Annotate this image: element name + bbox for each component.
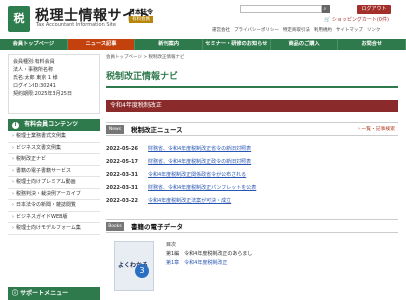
chevron-right-icon: ›: [12, 179, 14, 185]
main-nav: 会員トップページ ニュース記事 新刊案内 セミナー・研修のお知らせ 商品のご購入…: [0, 39, 406, 50]
nav-purchase[interactable]: 商品のご購入: [271, 39, 339, 50]
sidebar-item-business-guide[interactable]: › ビジネスガイドWEB版: [8, 212, 100, 223]
sidebar-item-ebook-service[interactable]: › 書籍の電子書籍サービス: [8, 166, 100, 177]
member-name: 氏名:太郎 東京 1 様: [13, 75, 58, 81]
news-link[interactable]: 財務省、令和4年度税制改正政令の新旧対照表: [148, 158, 251, 165]
sidebar-item-tax-forms[interactable]: › 税理士業務書式文例集: [8, 131, 100, 143]
list-item: 2022-03-31 財務省、令和4年度税制改正パンフレットを公表: [106, 181, 398, 194]
nav-new-books[interactable]: 新刊案内: [135, 39, 204, 50]
search-input[interactable]: [240, 5, 322, 13]
book-chapter-link[interactable]: 第1章 令和4年度税制改正: [166, 259, 252, 268]
list-item: 2022-03-31 令和4年度税制改正関係政省令が公布される: [106, 168, 398, 181]
books-section-header: Books 書籍の電子データ: [106, 219, 398, 233]
paid-content-heading: i 有料会員コンテンツ: [8, 119, 100, 131]
book-cover-number: 3: [135, 264, 149, 278]
site-logo[interactable]: 税: [8, 6, 30, 32]
chevron-right-icon: ›: [12, 133, 14, 139]
news-link[interactable]: 令和4年度税制改正関係政省令が公布される: [148, 171, 246, 178]
member-status-badge: 有料会員: [129, 16, 153, 23]
logout-button[interactable]: ログアウト: [357, 5, 391, 14]
util-link-privacy[interactable]: プライバシーポリシー: [234, 27, 279, 33]
news-link[interactable]: 財務省、令和4年度税制改正パンフレットを公表: [148, 184, 256, 191]
chevron-right-icon: ›: [12, 156, 14, 162]
utility-links: 運営会社 プライバシーポリシー 特定商取引法 利用規約 サイトマップ リンク: [212, 27, 380, 33]
news-link[interactable]: 令和4年度税制改正法案が可決・成立: [148, 197, 231, 204]
member-expiry: 契約期限:2025年3月25日: [13, 91, 72, 97]
util-link-company[interactable]: 運営会社: [212, 27, 230, 33]
info-icon: i: [12, 122, 19, 129]
member-office: 法人・事務所名称: [13, 67, 54, 73]
book-entry: よくわかる 3 目次 第1編 令和4年度税制改正のあらまし 第1章 令和4年度税…: [106, 237, 398, 297]
chevron-right-icon: ›: [12, 144, 14, 151]
book-cover-image[interactable]: よくわかる 3: [114, 241, 154, 291]
site-subtitle: Tax Accountant Information Site: [36, 22, 116, 28]
member-info-box: 会員種別:有料会員 法人・事務所名称 氏名:太郎 東京 1 様 ログインID:3…: [8, 54, 100, 114]
support-menu-heading: ⓘ サポートメニュー: [8, 287, 100, 300]
publisher-logo[interactable]: 日本法令: [129, 7, 153, 16]
list-item: 2022-05-26 財務省、令和4年度税制改正省令の新旧対照表: [106, 142, 398, 155]
news-section-header: News 税制改正ニュース › 一覧・記事検索: [106, 122, 398, 136]
chevron-right-icon: ›: [12, 213, 14, 220]
news-date: 2022-03-31: [106, 171, 138, 178]
book-chapter: 第1編 令和4年度税制改正のあらまし: [166, 251, 253, 257]
title-divider: [106, 86, 398, 88]
chevron-right-icon: ›: [12, 225, 14, 231]
sidebar: 会員種別:有料会員 法人・事務所名称 氏名:太郎 東京 1 様 ログインID:3…: [8, 54, 100, 235]
news-link[interactable]: 財務省、令和4年度税制改正省令の新旧対照表: [148, 145, 251, 152]
news-date: 2022-05-26: [106, 145, 138, 152]
chevron-right-icon: ›: [12, 202, 14, 208]
sidebar-item-model-forms[interactable]: › 税理士向けモデルフォーム集: [8, 223, 100, 235]
breadcrumb[interactable]: 会員トップページ > 税制改正情報ナビ: [106, 54, 398, 60]
info-icon: ⓘ: [12, 290, 21, 297]
book-contents-label: 目次: [166, 242, 177, 248]
nav-seminar[interactable]: セミナー・研修のお知らせ: [203, 39, 271, 50]
sidebar-item-rulings-archive[interactable]: › 税務判決・裁決例アーカイブ: [8, 189, 100, 200]
sidebar-item-premium-video[interactable]: › 税理士向けプレミアム動画: [8, 177, 100, 189]
sidebar-item-tax-reform-navi[interactable]: › 税制改正ナビ: [8, 154, 100, 166]
nav-news[interactable]: ニュース記事: [67, 39, 136, 50]
news-date: 2022-03-22: [106, 197, 138, 204]
books-tag: Books: [106, 222, 124, 231]
cart-icon: 🛒: [324, 17, 331, 23]
books-section-title: 書籍の電子データ: [131, 223, 183, 231]
list-item: 2022-03-22 令和4年度税制改正法案が可決・成立: [106, 194, 398, 207]
util-link-terms[interactable]: 利用規約: [314, 27, 332, 33]
nav-contact[interactable]: お問合せ: [338, 39, 406, 50]
news-date: 2022-05-17: [106, 158, 138, 165]
chevron-right-icon: ›: [12, 190, 14, 197]
news-date: 2022-03-31: [106, 184, 138, 191]
util-link-sitemap[interactable]: サイトマップ: [336, 27, 363, 33]
book-contents: 目次 第1編 令和4年度税制改正のあらまし 第1章 令和4年度税制改正: [166, 241, 252, 268]
list-item: 2022-05-17 財務省、令和4年度税制改正政令の新旧対照表: [106, 155, 398, 168]
util-link-links[interactable]: リンク: [367, 27, 381, 33]
news-section-title: 税制改正ニュース: [131, 126, 183, 134]
site-header: 税 税理士情報サイト Tax Accountant Information Si…: [0, 0, 406, 38]
news-list: 2022-05-26 財務省、令和4年度税制改正省令の新旧対照表 2022-05…: [106, 142, 398, 207]
shopping-cart-link[interactable]: 🛒 ショッピングカート(0件): [324, 16, 389, 23]
sidebar-item-business-docs[interactable]: › ビジネス文書文例集: [8, 143, 100, 154]
member-type: 会員種別:有料会員: [13, 59, 55, 65]
nav-member-top[interactable]: 会員トップページ: [0, 39, 68, 50]
chevron-right-icon: ›: [12, 167, 14, 174]
member-login-id: ログインID:30241: [13, 83, 56, 89]
search-button[interactable]: ⌕: [322, 5, 330, 13]
main-content: 会員トップページ > 税制改正情報ナビ 税制改正情報ナビ 令和4年度税制改正 N…: [106, 54, 398, 297]
page-title: 税制改正情報ナビ: [106, 72, 179, 82]
year-section-bar: 令和4年度税制改正: [106, 100, 398, 112]
search-icon: ⌕: [323, 6, 327, 12]
cart-label: ショッピングカート(0件): [331, 17, 389, 23]
sidebar-item-magazines[interactable]: › 日本法令の新聞・雑誌閲覧: [8, 200, 100, 212]
news-tag: News: [106, 125, 124, 134]
util-link-tokushoho[interactable]: 特定商取引法: [283, 27, 310, 33]
news-list-link[interactable]: › 一覧・記事検索: [358, 125, 395, 135]
